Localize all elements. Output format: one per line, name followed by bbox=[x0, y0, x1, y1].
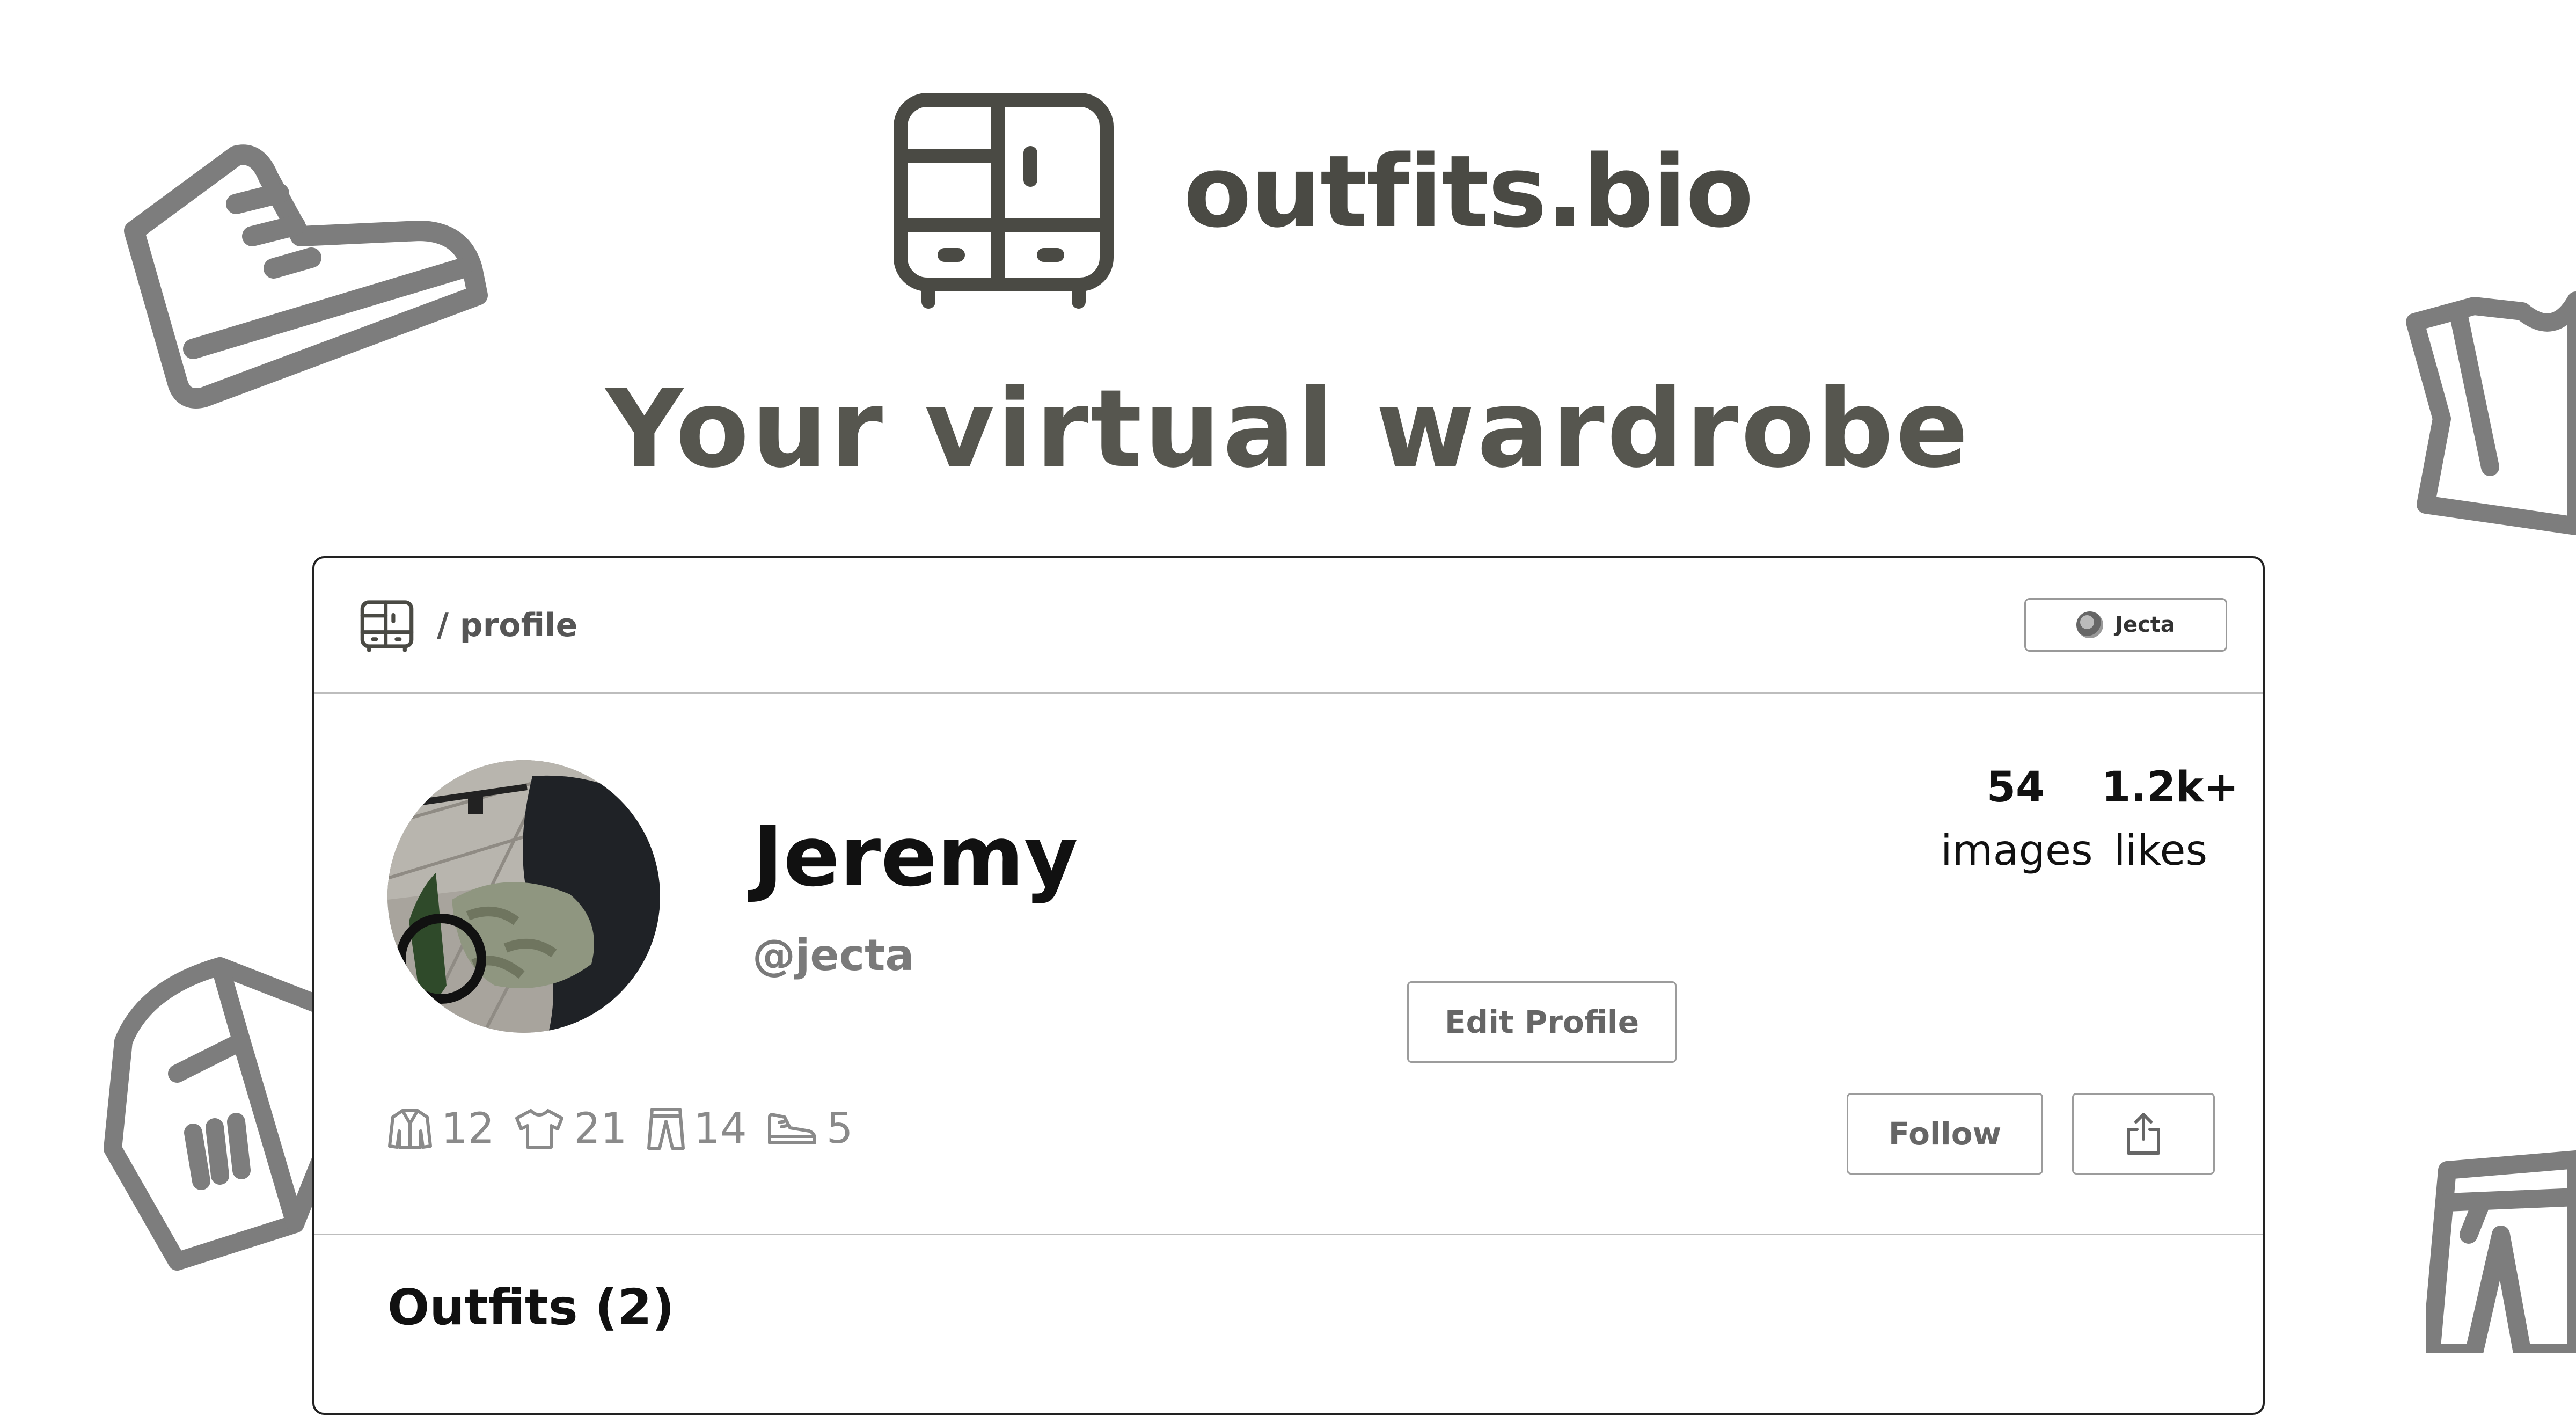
images-count: 54 bbox=[1986, 763, 2045, 812]
sneaker-icon bbox=[767, 1113, 816, 1144]
profile-name: Jeremy bbox=[752, 808, 1078, 905]
shirts-count-value: 21 bbox=[574, 1105, 627, 1153]
profile-handle: @jecta bbox=[752, 930, 914, 980]
likes-stat: 1.2k+ likes bbox=[2102, 763, 2239, 875]
wardrobe-counts: 12 21 14 5 bbox=[387, 1105, 853, 1153]
tshirt-icon bbox=[515, 1109, 564, 1149]
pants-icon bbox=[647, 1108, 685, 1150]
pants-icon bbox=[2426, 1150, 2576, 1353]
brand-name: outfits.bio bbox=[1183, 134, 1754, 250]
app-header: / profile Jecta bbox=[314, 558, 2263, 694]
wardrobe-icon[interactable] bbox=[360, 600, 414, 653]
shoes-count-value: 5 bbox=[826, 1105, 853, 1153]
profile-avatar bbox=[387, 760, 660, 1033]
images-stat: 54 images bbox=[1941, 763, 2093, 875]
jacket-icon bbox=[388, 1109, 432, 1149]
follow-button[interactable]: Follow bbox=[1847, 1093, 2043, 1175]
pants-count-value: 14 bbox=[693, 1105, 747, 1153]
tagline: Your virtual wardrobe bbox=[605, 367, 1971, 492]
share-icon bbox=[2127, 1113, 2160, 1155]
likes-label: likes bbox=[2113, 827, 2208, 875]
profile-card: / profile Jecta Jeremy @jecta 54 images … bbox=[312, 556, 2265, 1415]
outfits-title: Outfits (2) bbox=[387, 1279, 675, 1336]
avatar bbox=[2076, 611, 2104, 638]
jackets-count[interactable]: 12 bbox=[387, 1105, 494, 1153]
pants-count[interactable]: 14 bbox=[647, 1105, 747, 1153]
wardrobe-icon bbox=[894, 93, 1114, 309]
edit-profile-button[interactable]: Edit Profile bbox=[1407, 981, 1677, 1063]
shirts-count[interactable]: 21 bbox=[514, 1105, 627, 1153]
user-menu-button[interactable]: Jecta bbox=[2024, 598, 2227, 652]
share-button[interactable] bbox=[2072, 1093, 2215, 1175]
likes-count: 1.2k+ bbox=[2102, 763, 2239, 812]
section-divider bbox=[314, 1234, 2263, 1235]
breadcrumb: / profile bbox=[437, 607, 578, 644]
shoes-count[interactable]: 5 bbox=[766, 1105, 853, 1153]
user-chip-label: Jecta bbox=[2115, 612, 2175, 637]
images-label: images bbox=[1941, 827, 2093, 875]
jackets-count-value: 12 bbox=[441, 1105, 495, 1153]
